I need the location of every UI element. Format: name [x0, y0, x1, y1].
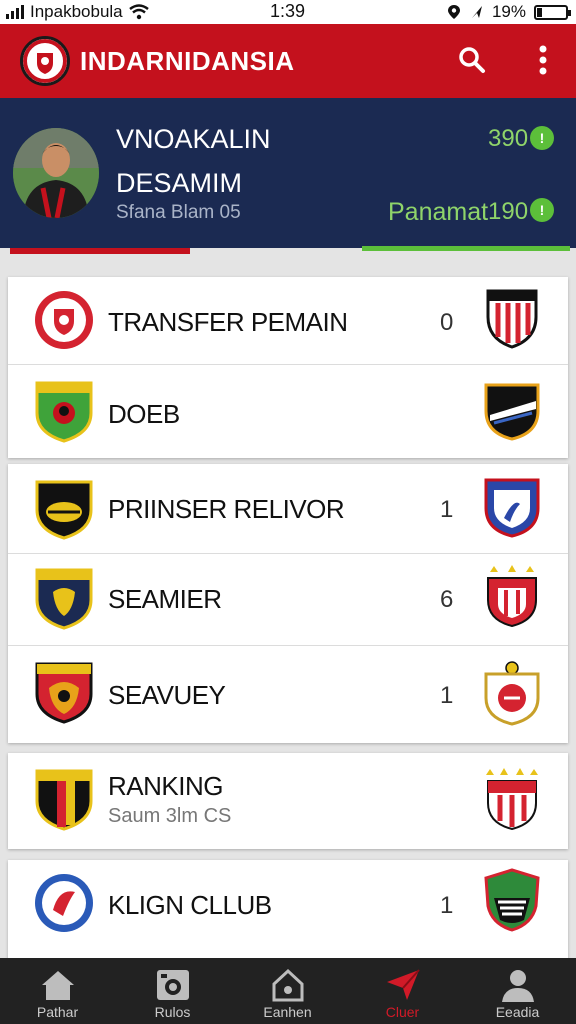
list-item-seamier[interactable]: SEAMIER 6 — [8, 554, 568, 646]
menu-card: TRANSFER PEMAIN 0 DOEB — [8, 277, 568, 458]
list-item-klign-club[interactable]: KLIGN CLLUB 1 — [8, 860, 568, 948]
list-item-seavuey[interactable]: SEAVUEY 1 — [8, 646, 568, 743]
list-item-label: SEAMIER — [108, 584, 222, 614]
person-icon — [502, 970, 534, 1002]
list-item-label: DOEB — [108, 399, 180, 429]
list-item-label: KLIGN CLLUB — [108, 890, 272, 920]
list-item-label: PRIINSER RELIVOR — [108, 494, 345, 524]
search-icon[interactable] — [458, 46, 486, 74]
list-item-subtitle: Saum 3lm CS — [108, 805, 232, 827]
wifi-icon — [128, 4, 149, 20]
battery-icon — [534, 4, 571, 20]
club-crest-icon — [35, 874, 93, 932]
list-item-ranking[interactable]: RANKING Saum 3lm CS — [8, 753, 568, 849]
calendar-icon — [157, 970, 189, 1000]
navigation-arrow-icon — [471, 6, 482, 18]
list-item-doeb[interactable]: DOEB — [8, 365, 568, 458]
tab-indicator-green — [362, 246, 570, 251]
club-crest-icon — [35, 291, 93, 349]
nav-label: Eeadia — [495, 1004, 540, 1020]
nav-item-rulos[interactable]: Rulos — [115, 958, 230, 1024]
nav-item-cluer[interactable]: Cluer — [345, 958, 460, 1024]
club-crest-icon — [35, 381, 93, 443]
send-icon — [387, 969, 420, 1000]
list-item-label: RANKING — [108, 771, 223, 801]
bottom-navigation: Pathar Rulos Eanhen Cluer Eeadia — [0, 958, 576, 1024]
carrier-name: Inpakbobula — [30, 2, 123, 21]
club-crest-icon — [35, 480, 93, 540]
menu-card: KLIGN CLLUB 1 — [8, 860, 568, 960]
home-icon — [42, 971, 74, 1000]
list-item-count: 1 — [440, 496, 454, 523]
house-outline-icon — [272, 968, 304, 1002]
status-time: 1:39 — [270, 1, 306, 21]
list-item-count: 0 — [440, 309, 454, 336]
club-crest-icon — [35, 568, 93, 630]
avatar[interactable] — [13, 128, 99, 218]
nav-label: Eanhen — [263, 1004, 312, 1020]
club-logo-icon[interactable] — [20, 36, 70, 86]
nav-label: Rulos — [154, 1004, 191, 1020]
list-item-priinser[interactable]: PRIINSER RELIVOR 1 — [8, 464, 568, 554]
list-item-count: 1 — [440, 682, 454, 709]
app-bar: INDARNIDANSIA — [0, 24, 576, 98]
tab-indicator-red — [10, 248, 190, 254]
score-badge-icon: ! — [530, 126, 554, 150]
more-vert-icon[interactable] — [532, 44, 554, 76]
nav-item-eanhen[interactable]: Eanhen — [230, 958, 345, 1024]
opponent-crest-icon — [484, 868, 540, 932]
score-label: Panamat — [388, 198, 489, 226]
list-item-label: SEAVUEY — [108, 680, 226, 710]
menu-card: RANKING Saum 3lm CS — [8, 753, 568, 849]
opponent-crest-icon — [484, 383, 540, 441]
score-primary: 390 — [488, 125, 529, 152]
opponent-crest-icon — [484, 661, 540, 726]
list-item-count: 1 — [440, 892, 454, 919]
nav-item-eeadia[interactable]: Eeadia — [460, 958, 575, 1024]
location-icon — [447, 5, 460, 19]
signal-icon — [6, 5, 24, 19]
nav-item-pathar[interactable]: Pathar — [0, 958, 115, 1024]
opponent-crest-icon — [484, 478, 540, 538]
club-crest-icon — [35, 769, 93, 831]
player-meta: Sfana Blam 05 — [116, 202, 241, 223]
list-item-transfer[interactable]: TRANSFER PEMAIN 0 — [8, 277, 568, 365]
app-title: INDARNIDANSIA — [80, 46, 295, 76]
opponent-crest-icon — [486, 289, 538, 349]
status-bar: Inpakbobula 1:39 19% — [0, 0, 576, 24]
player-name-line2: DESAMIM — [116, 168, 243, 198]
list-item-count: 6 — [440, 586, 454, 613]
opponent-crest-icon — [486, 768, 538, 831]
score-badge-icon: ! — [530, 198, 554, 222]
profile-header: VNOAKALIN DESAMIM Sfana Blam 05 390 ! Pa… — [0, 98, 576, 248]
club-crest-icon — [35, 662, 93, 724]
menu-card: PRIINSER RELIVOR 1 SEAMIER 6 SEAVUEY 1 — [8, 464, 568, 743]
player-name-line1: VNOAKALIN — [116, 124, 271, 154]
opponent-crest-icon — [487, 565, 537, 628]
list-item-label: TRANSFER PEMAIN — [108, 307, 348, 337]
nav-label: Pathar — [36, 1004, 79, 1020]
score-secondary: 190 — [488, 198, 529, 225]
battery-percent: 19% — [491, 2, 526, 21]
nav-label: Cluer — [385, 1004, 420, 1020]
